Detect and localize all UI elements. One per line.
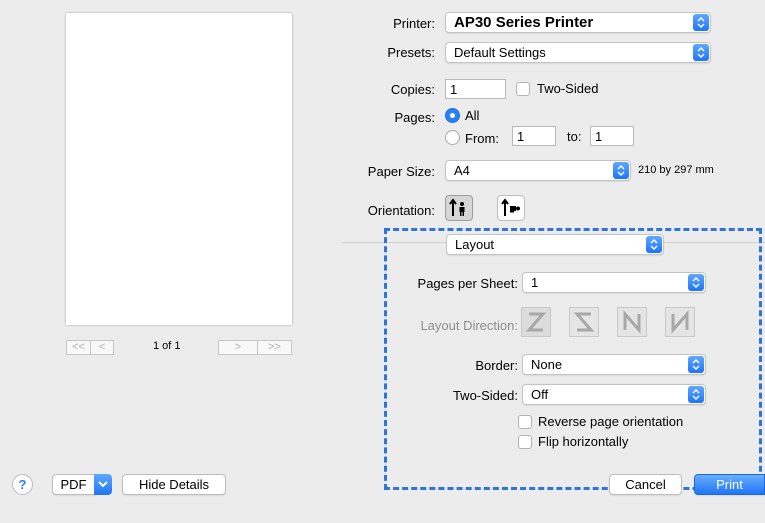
pages-per-sheet-popup[interactable]: 1: [522, 272, 706, 293]
portrait-icon: [449, 198, 465, 216]
previous-page-button[interactable]: <: [90, 340, 114, 355]
border-stepper-icon: [688, 356, 704, 373]
border-value: None: [531, 357, 563, 372]
printer-popup[interactable]: AP30 Series Printer: [445, 12, 711, 33]
layout-direction-label: Layout Direction:: [420, 318, 518, 333]
first-page-icon: <<: [72, 341, 85, 353]
presets-popup[interactable]: Default Settings: [445, 42, 711, 63]
pages-per-sheet-label: Pages per Sheet:: [417, 276, 518, 291]
layout-n-icon: [623, 310, 641, 334]
two-sided-checkbox[interactable]: [516, 82, 530, 96]
two-sided-label: Two-Sided: [537, 81, 599, 96]
print-button[interactable]: Print: [694, 474, 765, 495]
pages-per-sheet-stepper-icon: [688, 274, 704, 291]
layout-two-sided-value: Off: [531, 387, 549, 402]
pages-all-radio[interactable]: [445, 108, 460, 123]
pages-from-radio[interactable]: [445, 130, 460, 145]
pages-from-field[interactable]: 1: [512, 126, 556, 146]
layout-s-icon: [573, 312, 595, 332]
cancel-label: Cancel: [625, 477, 666, 492]
presets-value: Default Settings: [454, 45, 546, 60]
portrait-orientation-button[interactable]: [445, 195, 473, 221]
landscape-orientation-button[interactable]: [497, 195, 525, 221]
layout-two-sided-popup[interactable]: Off: [522, 384, 706, 405]
presets-stepper-icon: [693, 44, 709, 61]
paper-size-popup[interactable]: A4: [445, 160, 631, 181]
page-indicator: 1 of 1: [153, 340, 181, 352]
border-label: Border:: [475, 358, 518, 373]
print-section-stepper-icon: [646, 236, 662, 253]
first-page-button[interactable]: <<: [66, 340, 91, 355]
pages-per-sheet-value: 1: [531, 275, 539, 290]
layout-reverse-n-icon: [671, 310, 689, 334]
pdf-button[interactable]: PDF: [52, 474, 95, 495]
print-section-popup[interactable]: Layout: [446, 234, 664, 255]
paper-dimensions: 210 by 297 mm: [638, 164, 714, 176]
layout-two-sided-label: Two-Sided:: [452, 388, 518, 403]
pages-all-label: All: [465, 108, 480, 123]
last-page-button[interactable]: >>: [257, 340, 292, 355]
cancel-button[interactable]: Cancel: [609, 474, 682, 495]
copies-label: Copies:: [390, 82, 435, 97]
next-page-icon: >: [234, 341, 242, 353]
paper-size-stepper-icon: [613, 162, 629, 179]
layout-direction-reverse-n-button[interactable]: [665, 307, 695, 337]
layout-direction-n-button[interactable]: [617, 307, 647, 337]
previous-page-icon: <: [98, 341, 106, 353]
pdf-menu-button[interactable]: [94, 474, 112, 495]
copies-field[interactable]: 1: [445, 79, 506, 99]
landscape-icon: [501, 198, 520, 216]
pages-from-label: From:: [465, 131, 499, 146]
flip-horizontally-checkbox[interactable]: [518, 435, 532, 449]
pages-to-value: 1: [595, 128, 603, 144]
pdf-label: PDF: [60, 477, 87, 492]
help-button[interactable]: ?: [12, 474, 33, 495]
layout-direction-s-button[interactable]: [569, 307, 599, 337]
chevron-down-icon: [98, 481, 108, 488]
print-section-value: Layout: [455, 237, 495, 252]
reverse-orientation-checkbox[interactable]: [518, 415, 532, 429]
printer-label: Printer:: [393, 16, 435, 31]
layout-direction-z-button[interactable]: [521, 307, 551, 337]
pages-label: Pages:: [394, 110, 435, 125]
copies-value: 1: [450, 81, 458, 97]
paper-size-label: Paper Size:: [367, 164, 435, 179]
next-page-button[interactable]: >: [218, 340, 258, 355]
layout-z-icon: [525, 312, 547, 332]
pages-to-field[interactable]: 1: [590, 126, 634, 146]
pages-from-value: 1: [517, 128, 525, 144]
layout-two-sided-stepper-icon: [688, 386, 704, 403]
paper-size-value: A4: [454, 163, 470, 178]
hide-details-button[interactable]: Hide Details: [122, 474, 226, 495]
reverse-orientation-label: Reverse page orientation: [538, 414, 684, 429]
printer-stepper-icon: [693, 14, 709, 31]
print-label: Print: [716, 477, 743, 492]
printer-value: AP30 Series Printer: [454, 14, 594, 31]
presets-label: Presets:: [387, 45, 435, 60]
orientation-label: Orientation:: [367, 203, 435, 218]
last-page-icon: >>: [268, 341, 281, 353]
border-popup[interactable]: None: [522, 354, 706, 375]
flip-horizontally-label: Flip horizontally: [538, 434, 629, 449]
help-icon: ?: [18, 477, 27, 492]
pages-to-label: to:: [567, 129, 582, 144]
print-preview-page: [66, 13, 292, 325]
hide-details-label: Hide Details: [138, 477, 210, 492]
